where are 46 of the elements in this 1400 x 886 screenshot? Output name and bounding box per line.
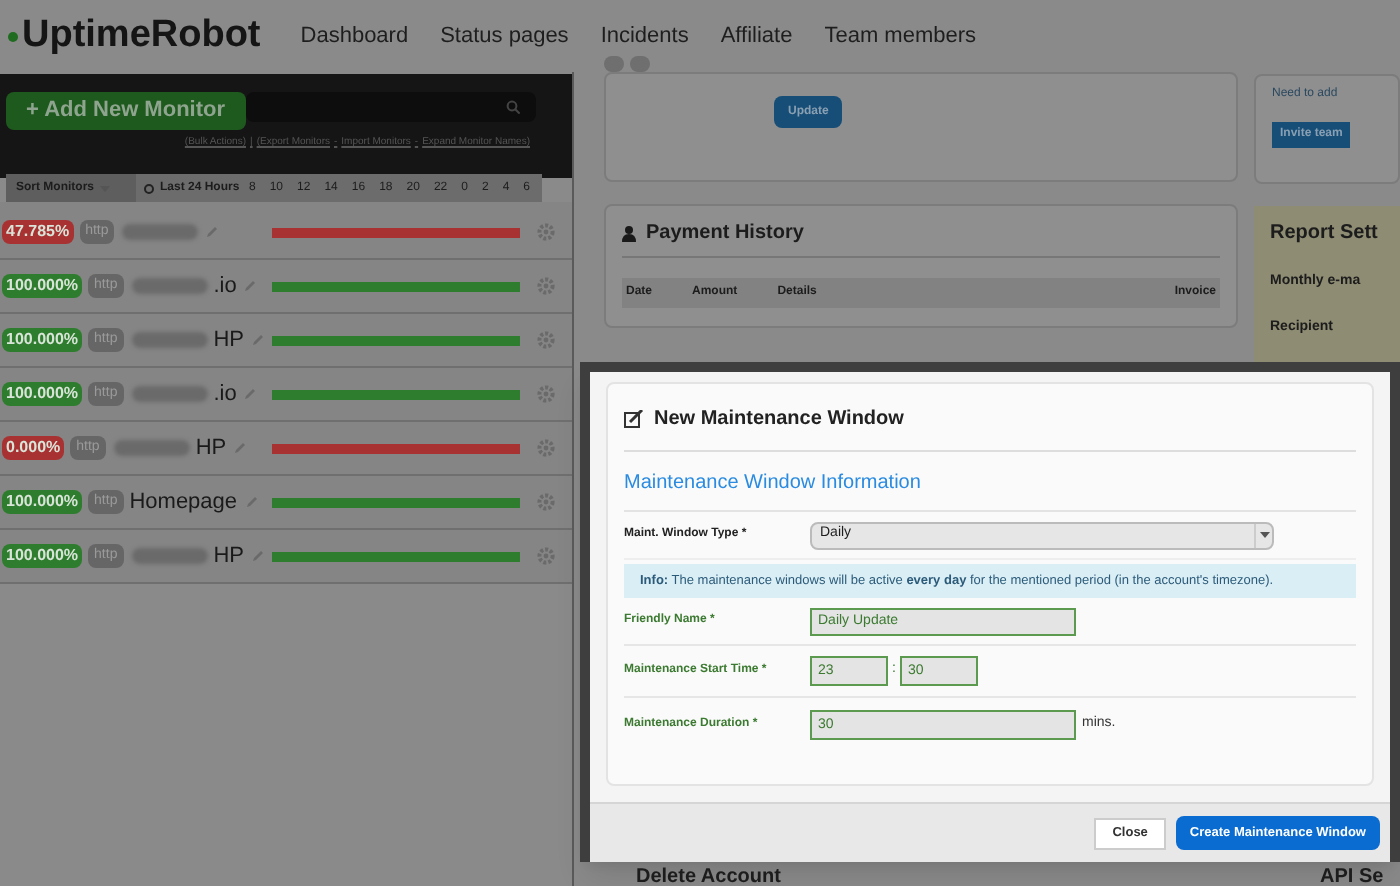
monitor-name[interactable]: HP [213, 323, 244, 357]
card-title: API Se [1320, 866, 1384, 886]
pencil-icon[interactable] [244, 280, 257, 292]
nav-link[interactable]: Status pages [440, 19, 569, 53]
gear-icon[interactable] [536, 546, 556, 566]
user-icon [622, 225, 636, 241]
monitor-name[interactable]: .io [213, 269, 237, 303]
gear-icon[interactable] [536, 276, 556, 296]
nav-link[interactable]: Affiliate [720, 19, 793, 53]
uptime-badge: 100.000% [2, 274, 83, 298]
uptime-badge: 100.000% [2, 490, 83, 514]
uptime-badge: 0.000% [2, 436, 65, 460]
uptime-badge: 100.000% [2, 544, 83, 568]
uptime-badge: 100.000% [2, 328, 83, 352]
monitor-name[interactable]: Homepage [129, 485, 238, 519]
nav-link[interactable]: Dashboard [300, 19, 409, 53]
gear-icon[interactable] [536, 330, 556, 350]
search-field[interactable] [246, 92, 536, 122]
monitor-name[interactable]: .io [213, 377, 237, 411]
gear-icon[interactable] [536, 222, 556, 242]
section-title: Maintenance Window Information [624, 468, 1356, 512]
caret-icon [1259, 532, 1269, 538]
card-title: Delete Account [636, 866, 781, 886]
pencil-icon[interactable] [252, 550, 264, 562]
uptime-badge: 47.785% [2, 220, 74, 244]
gear-icon[interactable] [536, 384, 556, 404]
pencil-icon[interactable] [234, 442, 247, 454]
card-title: Report Sett [1270, 220, 1380, 248]
card-title: Payment History [646, 220, 804, 248]
brand-logo[interactable]: UptimeRobot [22, 7, 261, 65]
uptime-badge: 100.000% [2, 382, 83, 406]
gear-icon[interactable] [536, 438, 556, 458]
nav-link[interactable]: Incidents [600, 19, 689, 53]
search-icon [506, 100, 520, 114]
add-monitor-button[interactable]: + Add New Monitor [6, 92, 246, 130]
pencil-icon[interactable] [245, 496, 258, 508]
gear-icon[interactable] [536, 492, 556, 512]
monitor-name[interactable]: HP [195, 431, 227, 465]
monitor-name[interactable]: HP [213, 539, 244, 573]
pencil-icon[interactable] [252, 334, 264, 346]
pencil-icon[interactable] [244, 388, 257, 400]
modal-title: New Maintenance Window [654, 406, 904, 434]
clock-icon [144, 183, 154, 193]
pencil-icon[interactable] [206, 226, 219, 238]
nav-link[interactable]: Team members [824, 19, 977, 53]
edit-icon [624, 410, 644, 428]
